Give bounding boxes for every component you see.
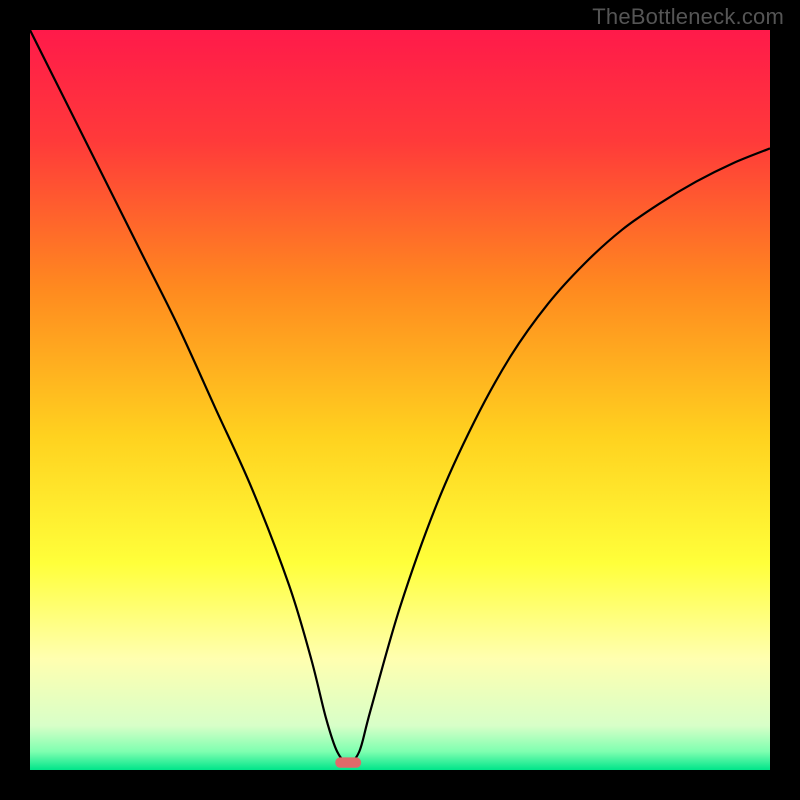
- optimum-marker: [335, 757, 361, 767]
- bottleneck-chart: [30, 30, 770, 770]
- gradient-background: [30, 30, 770, 770]
- watermark-text: TheBottleneck.com: [592, 4, 784, 30]
- chart-frame: [30, 30, 770, 770]
